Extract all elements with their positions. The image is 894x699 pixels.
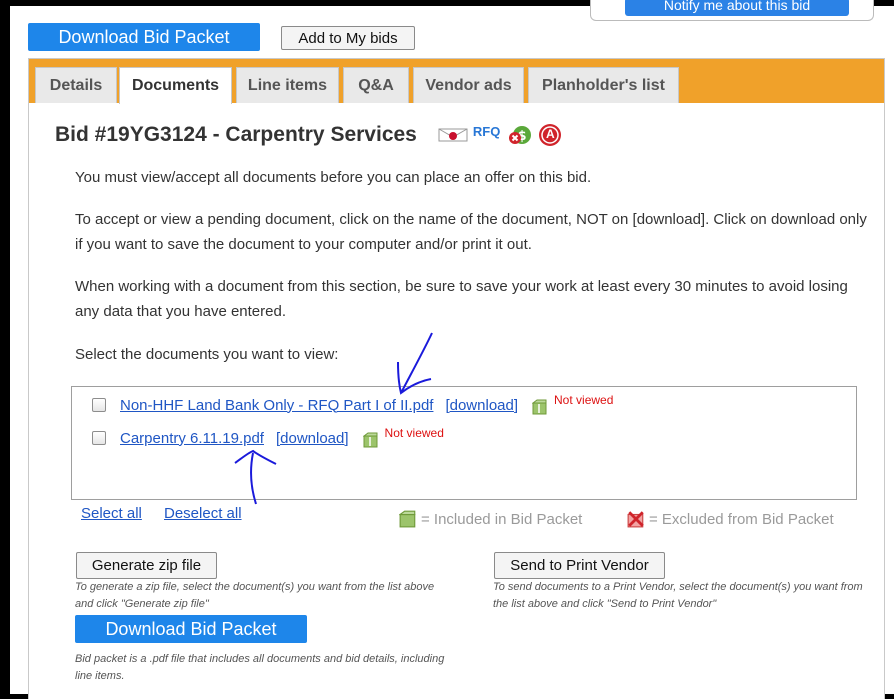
zip-help-text: To generate a zip file, select the docum…	[75, 581, 435, 610]
acrobat-letter: A	[545, 127, 555, 141]
legend-excluded: = Excluded from Bid Packet	[627, 510, 834, 528]
bid-title: Bid #19YG3124 - Carpentry Services	[55, 123, 417, 146]
tab-bar: Details Documents Line items Q&A Vendor …	[29, 59, 884, 104]
tab-documents[interactable]: Documents	[119, 67, 232, 104]
tab-qa[interactable]: Q&A	[343, 67, 409, 103]
legend-excluded-text: = Excluded from Bid Packet	[649, 510, 834, 528]
legend-included: = Included in Bid Packet	[398, 510, 583, 528]
acrobat-icon[interactable]: A	[538, 123, 562, 147]
download-link[interactable]: [download]	[276, 430, 349, 447]
tab-planholders-list[interactable]: Planholder's list	[528, 67, 679, 103]
download-bid-packet-button[interactable]: Download Bid Packet	[75, 615, 307, 643]
bid-packet-help-text: Bid packet is a .pdf file that includes …	[75, 653, 445, 682]
tab-details[interactable]: Details	[35, 67, 117, 103]
instruction-view-accept: You must view/accept all documents befor…	[75, 169, 592, 186]
rfq-label: RFQ	[472, 123, 501, 139]
document-link[interactable]: Non-HHF Land Bank Only - RFQ Part I of I…	[120, 397, 433, 414]
tab-line-items[interactable]: Line items	[236, 67, 339, 103]
generate-zip-button[interactable]: Generate zip file	[76, 552, 217, 579]
document-checkbox[interactable]	[92, 398, 106, 412]
dollar-remove-icon[interactable]: $	[508, 123, 532, 147]
not-viewed-status: Not viewed	[384, 426, 444, 440]
tab-vendor-ads[interactable]: Vendor ads	[413, 67, 524, 103]
package-excluded-icon	[627, 510, 645, 528]
document-row: Carpentry 6.11.19.pdf [download] Not vie…	[92, 426, 444, 448]
document-list: Non-HHF Land Bank Only - RFQ Part I of I…	[71, 386, 857, 500]
send-to-print-vendor-button[interactable]: Send to Print Vendor	[494, 552, 665, 579]
select-all-link[interactable]: Select all	[81, 505, 142, 522]
print-vendor-help-text: To send documents to a Print Vendor, sel…	[493, 581, 863, 610]
package-included-icon[interactable]	[362, 432, 379, 448]
instruction-pending-document: To accept or view a pending document, cl…	[75, 211, 867, 253]
bid-panel: Details Documents Line items Q&A Vendor …	[28, 58, 885, 699]
email-icon[interactable]	[437, 125, 469, 145]
not-viewed-status: Not viewed	[554, 393, 614, 407]
bid-title-row: Bid #19YG3124 - Carpentry Services RFQ $…	[55, 123, 562, 147]
notify-box: Notify me about this bid	[590, 0, 874, 21]
download-bid-packet-top-button[interactable]: Download Bid Packet	[28, 23, 260, 51]
download-link[interactable]: [download]	[445, 397, 518, 414]
document-checkbox[interactable]	[92, 431, 106, 445]
notify-button[interactable]: Notify me about this bid	[625, 0, 849, 16]
deselect-all-link[interactable]: Deselect all	[164, 505, 242, 522]
package-included-icon[interactable]	[531, 399, 548, 415]
instruction-save-work: When working with a document from this s…	[75, 278, 848, 320]
instruction-select-documents: Select the documents you want to view:	[75, 346, 339, 363]
add-to-my-bids-button[interactable]: Add to My bids	[281, 26, 415, 50]
package-included-icon	[398, 510, 417, 528]
legend-included-text: = Included in Bid Packet	[421, 510, 583, 528]
document-link[interactable]: Carpentry 6.11.19.pdf	[120, 430, 264, 447]
document-row: Non-HHF Land Bank Only - RFQ Part I of I…	[92, 393, 614, 415]
